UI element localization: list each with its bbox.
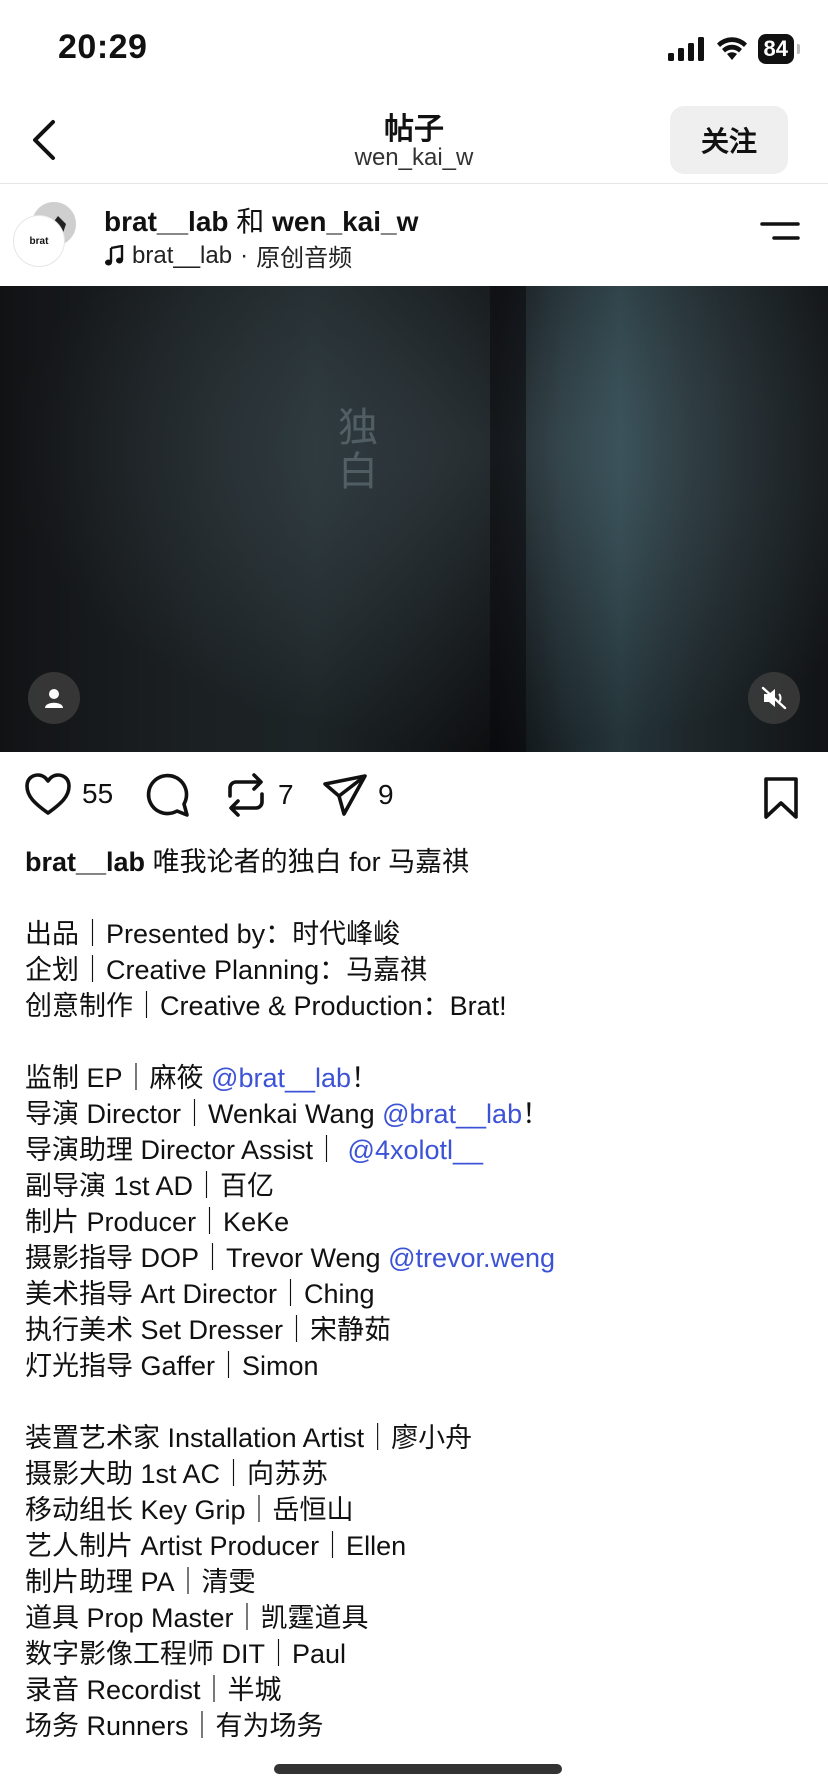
- person-icon: [45, 689, 63, 708]
- comment-bubble-icon: [146, 773, 189, 817]
- repost-button[interactable]: 7: [224, 772, 294, 818]
- wifi-icon: [716, 37, 747, 60]
- caption-line: 制片 Producer｜KeKe: [25, 1207, 290, 1237]
- audio-owner: brat__lab: [132, 241, 233, 269]
- battery-indicator: 84: [757, 34, 801, 64]
- status-time: 20:29: [58, 28, 148, 66]
- caption-line: 道具 Prop Master｜凯霆道具: [25, 1603, 369, 1633]
- caption-line-dop: 摄影指导 DOP｜Trevor Weng @trevor.weng: [25, 1240, 805, 1276]
- action-bar: 55 7 9: [0, 772, 828, 828]
- caption-line: 摄影大助 1st AC｜向苏苏: [25, 1459, 329, 1489]
- home-indicator[interactable]: [274, 1764, 562, 1774]
- caption-line-ep: 监制 EP｜麻筱 @brat__lab！: [25, 1060, 805, 1096]
- caption-text: 监制 EP｜麻筱: [25, 1063, 212, 1093]
- audio-attribution[interactable]: brat__lab · 原创音频: [104, 238, 352, 273]
- save-button[interactable]: [762, 776, 800, 825]
- send-paper-plane-icon: [323, 774, 367, 816]
- speaker-muted-icon: [761, 686, 787, 710]
- caption-line: 移动组长 Key Grip｜岳恒山: [25, 1495, 354, 1525]
- repost-icon: [228, 773, 264, 817]
- caption-title: 唯我论者的独白 for 马嘉祺: [152, 847, 470, 877]
- post-authors[interactable]: brat__lab 和 wen_kai_w: [104, 200, 418, 240]
- author-name-2[interactable]: wen_kai_w: [272, 206, 418, 237]
- caption-line: 灯光指导 Gaffer｜Simon: [25, 1351, 319, 1381]
- video-frame-pillar: [490, 286, 526, 752]
- avatar-brat-lab[interactable]: brat: [14, 216, 64, 266]
- audio-label: 原创音频: [256, 245, 353, 272]
- audio-separator: ·: [240, 241, 249, 269]
- post-header: brat brat__lab 和 wen_kai_w brat__lab · 原…: [0, 186, 828, 286]
- mention-link[interactable]: @trevor.weng: [388, 1243, 555, 1273]
- share-button[interactable]: 9: [322, 772, 394, 818]
- more-options-button[interactable]: [758, 216, 802, 246]
- caption-text: ！: [522, 1099, 550, 1129]
- signal-icon: [667, 37, 704, 61]
- mute-button[interactable]: [748, 672, 800, 724]
- caption-text: 摄影指导 DOP｜Trevor Weng: [25, 1243, 389, 1273]
- caption-line: 装置艺术家 Installation Artist｜廖小舟: [25, 1423, 473, 1453]
- caption-line: 创意制作｜Creative & Production：Brat!: [25, 991, 507, 1021]
- post-caption: brat__lab 唯我论者的独白 for 马嘉祺 出品｜Presented b…: [25, 844, 805, 1744]
- caption-line-director: 导演 Director｜Wenkai Wang @brat__lab！: [25, 1096, 805, 1132]
- bookmark-icon: [764, 777, 798, 819]
- mention-link[interactable]: @4xolotl__: [348, 1135, 484, 1165]
- caption-text: 导演助理 Director Assist｜: [25, 1135, 348, 1165]
- caption-line: 美术指导 Art Director｜Ching: [25, 1279, 375, 1309]
- author-name-1[interactable]: brat__lab: [104, 206, 229, 237]
- caption-line: 企划｜Creative Planning：马嘉祺: [25, 955, 428, 985]
- caption-line: 出品｜Presented by：时代峰峻: [25, 919, 401, 949]
- status-bar: 20:29 84: [0, 0, 828, 100]
- heart-icon: [25, 773, 71, 815]
- caption-line: 制片助理 PA｜清雯: [25, 1567, 256, 1597]
- repost-count: 7: [278, 779, 294, 810]
- tagged-users-button[interactable]: [28, 672, 80, 724]
- mention-link[interactable]: @brat__lab: [382, 1099, 522, 1129]
- caption-text: 导演 Director｜Wenkai Wang: [25, 1099, 383, 1129]
- video-frame: [0, 286, 828, 752]
- caption-text: ！: [351, 1063, 379, 1093]
- caption-line: 副导演 1st AD｜百亿: [25, 1171, 275, 1201]
- music-note-icon: [105, 244, 124, 265]
- comment-button[interactable]: [144, 772, 190, 818]
- author-connector: 和: [236, 206, 265, 237]
- nav-header: 帖子 wen_kai_w 关注: [0, 100, 828, 184]
- caption-line: 场务 Runners｜有为场务: [25, 1711, 324, 1741]
- video-overlay-text: 独白: [331, 406, 377, 494]
- like-count: 55: [82, 778, 114, 809]
- caption-line: 数字影像工程师 DIT｜Paul: [25, 1639, 347, 1669]
- avatar-logo-text: brat: [29, 235, 49, 247]
- like-button[interactable]: 55: [24, 772, 113, 816]
- follow-button[interactable]: 关注: [670, 106, 788, 174]
- post-video[interactable]: 独白: [0, 286, 828, 752]
- menu-lines-icon: [760, 222, 800, 240]
- share-count: 9: [378, 779, 394, 810]
- caption-line: 执行美术 Set Dresser｜宋静茹: [25, 1315, 392, 1345]
- caption-line: 录音 Recordist｜半城: [25, 1675, 282, 1705]
- caption-line: 艺人制片 Artist Producer｜Ellen: [25, 1531, 407, 1561]
- caption-username[interactable]: brat__lab: [25, 847, 145, 877]
- status-icons: 84: [667, 34, 801, 64]
- caption-title-line: brat__lab 唯我论者的独白 for 马嘉祺: [25, 844, 805, 880]
- mention-link[interactable]: @brat__lab: [211, 1063, 351, 1093]
- caption-line-assist: 导演助理 Director Assist｜ @4xolotl__: [25, 1132, 805, 1168]
